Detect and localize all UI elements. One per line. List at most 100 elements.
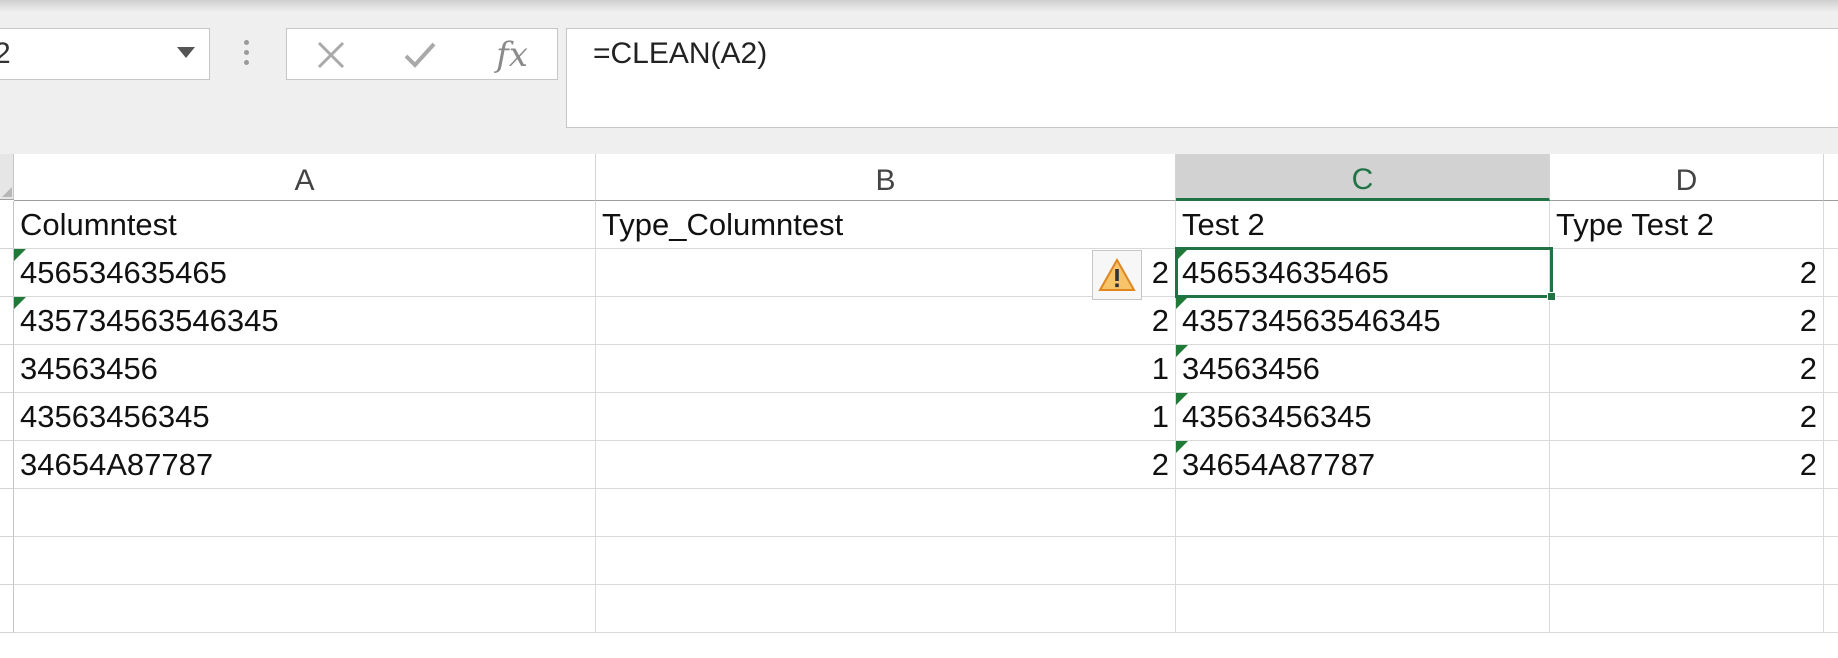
column-header-c[interactable]: C — [1176, 154, 1550, 201]
cell-e[interactable] — [1824, 489, 1838, 537]
name-box[interactable]: 2 — [0, 28, 210, 80]
cell-c[interactable]: 43563456345 — [1176, 393, 1550, 441]
cell-value: 435734563546345 — [20, 303, 279, 338]
error-flag-marker — [1176, 393, 1188, 405]
cell-value: 2 — [1799, 399, 1817, 434]
cell-b[interactable] — [596, 585, 1176, 633]
cell-value: 435734563546345 — [1182, 303, 1441, 338]
cell-c[interactable]: Test 2 — [1176, 201, 1550, 249]
cell-a[interactable]: Columntest — [14, 201, 596, 249]
row-header[interactable] — [0, 537, 14, 585]
cell-d[interactable] — [1550, 537, 1824, 585]
cell-c[interactable]: 34654A87787 — [1176, 441, 1550, 489]
cell-b[interactable]: 2 — [596, 441, 1176, 489]
row-header[interactable] — [0, 345, 14, 393]
chevron-down-icon[interactable] — [177, 47, 195, 58]
cell-a[interactable]: 435734563546345 — [14, 297, 596, 345]
cell-value: 2 — [1151, 303, 1169, 338]
column-header-a[interactable]: A — [14, 154, 596, 201]
cell-value: 2 — [1151, 255, 1169, 290]
formula-buttons: fx — [286, 28, 558, 80]
cell-b[interactable]: 1 — [596, 345, 1176, 393]
cell-d[interactable] — [1550, 489, 1824, 537]
cell-value: 2 — [1799, 255, 1817, 290]
cell-c[interactable] — [1176, 585, 1550, 633]
row-header[interactable] — [0, 489, 14, 537]
cell-c[interactable]: 435734563546345 — [1176, 297, 1550, 345]
cell-d[interactable] — [1550, 585, 1824, 633]
error-flag-marker — [1176, 249, 1188, 261]
cell-value: Type Test 2 — [1556, 207, 1714, 242]
cell-value: Type_Columntest — [602, 207, 844, 242]
error-flag-marker — [1176, 441, 1188, 453]
cell-value: 1 — [1151, 351, 1169, 386]
cell-d[interactable]: 2 — [1550, 249, 1824, 297]
cell-a[interactable] — [14, 489, 596, 537]
select-all-corner[interactable] — [0, 154, 14, 200]
cell-value: 456534635465 — [20, 255, 227, 290]
row-header[interactable] — [0, 393, 14, 441]
cell-b[interactable]: 2 — [596, 297, 1176, 345]
error-flag-marker — [14, 249, 26, 261]
name-box-value[interactable]: 2 — [0, 37, 11, 71]
cell-value: 43563456345 — [1182, 399, 1372, 434]
row-header[interactable] — [0, 297, 14, 345]
cell-e[interactable] — [1824, 585, 1838, 633]
cell-a[interactable]: 34654A87787 — [14, 441, 596, 489]
cell-e[interactable] — [1824, 537, 1838, 585]
error-indicator-button[interactable] — [1092, 250, 1142, 300]
cell-e[interactable] — [1824, 249, 1838, 297]
grip-icon[interactable] — [244, 40, 250, 68]
cell-value: 1 — [1151, 399, 1169, 434]
cell-value: 34654A87787 — [20, 447, 214, 482]
cell-e[interactable] — [1824, 297, 1838, 345]
cell-e[interactable] — [1824, 345, 1838, 393]
spreadsheet-grid: A B C D Columntest Type_Columntest Test 2 T… — [0, 154, 1838, 658]
column-header-d[interactable]: D — [1550, 154, 1824, 201]
cell-value: Test 2 — [1182, 207, 1265, 242]
cell-a[interactable] — [14, 537, 596, 585]
formula-input[interactable]: =CLEAN(A2) — [566, 28, 1838, 128]
warning-icon — [1098, 258, 1136, 291]
cell-c[interactable] — [1176, 489, 1550, 537]
row-header[interactable] — [0, 201, 14, 249]
row-header[interactable] — [0, 249, 14, 297]
cell-value: 2 — [1151, 447, 1169, 482]
cell-value: 34563456 — [20, 351, 158, 386]
row-header[interactable] — [0, 441, 14, 489]
cell-c[interactable] — [1176, 537, 1550, 585]
formula-bar-area: 2 fx =CLEAN(A2) — [0, 0, 1838, 154]
cell-e[interactable] — [1824, 201, 1838, 249]
cell-d[interactable]: 2 — [1550, 441, 1824, 489]
cell-b[interactable]: 1 — [596, 393, 1176, 441]
cell-d[interactable]: 2 — [1550, 345, 1824, 393]
cell-d[interactable]: 2 — [1550, 297, 1824, 345]
cell-c[interactable]: 456534635465 — [1176, 249, 1550, 297]
cell-e[interactable] — [1824, 393, 1838, 441]
cell-b[interactable] — [596, 537, 1176, 585]
ribbon-shadow — [0, 0, 1838, 12]
cell-value: 34654A87787 — [1182, 447, 1376, 482]
formula-text[interactable]: =CLEAN(A2) — [593, 37, 767, 71]
column-header-b[interactable]: B — [596, 154, 1176, 201]
cell-a[interactable]: 43563456345 — [14, 393, 596, 441]
cell-b[interactable] — [596, 489, 1176, 537]
cell-a[interactable]: 456534635465 — [14, 249, 596, 297]
cell-a[interactable] — [14, 585, 596, 633]
cancel-x-icon[interactable] — [311, 37, 351, 73]
insert-function-button[interactable]: fx — [492, 35, 532, 75]
cell-value: 2 — [1799, 303, 1817, 338]
cell-value: 2 — [1799, 447, 1817, 482]
row-header[interactable] — [0, 585, 14, 633]
cell-b[interactable]: Type_Columntest — [596, 201, 1176, 249]
cell-c[interactable]: 34563456 — [1176, 345, 1550, 393]
cell-a[interactable]: 34563456 — [14, 345, 596, 393]
cell-b[interactable]: 2 — [596, 249, 1176, 297]
checkmark-icon[interactable] — [400, 37, 440, 73]
cell-d[interactable]: 2 — [1550, 393, 1824, 441]
cell-d[interactable]: Type Test 2 — [1550, 201, 1824, 249]
cell-e[interactable] — [1824, 441, 1838, 489]
cell-value: 456534635465 — [1182, 255, 1389, 290]
cell-value: 43563456345 — [20, 399, 210, 434]
column-header-e[interactable] — [1824, 154, 1838, 201]
